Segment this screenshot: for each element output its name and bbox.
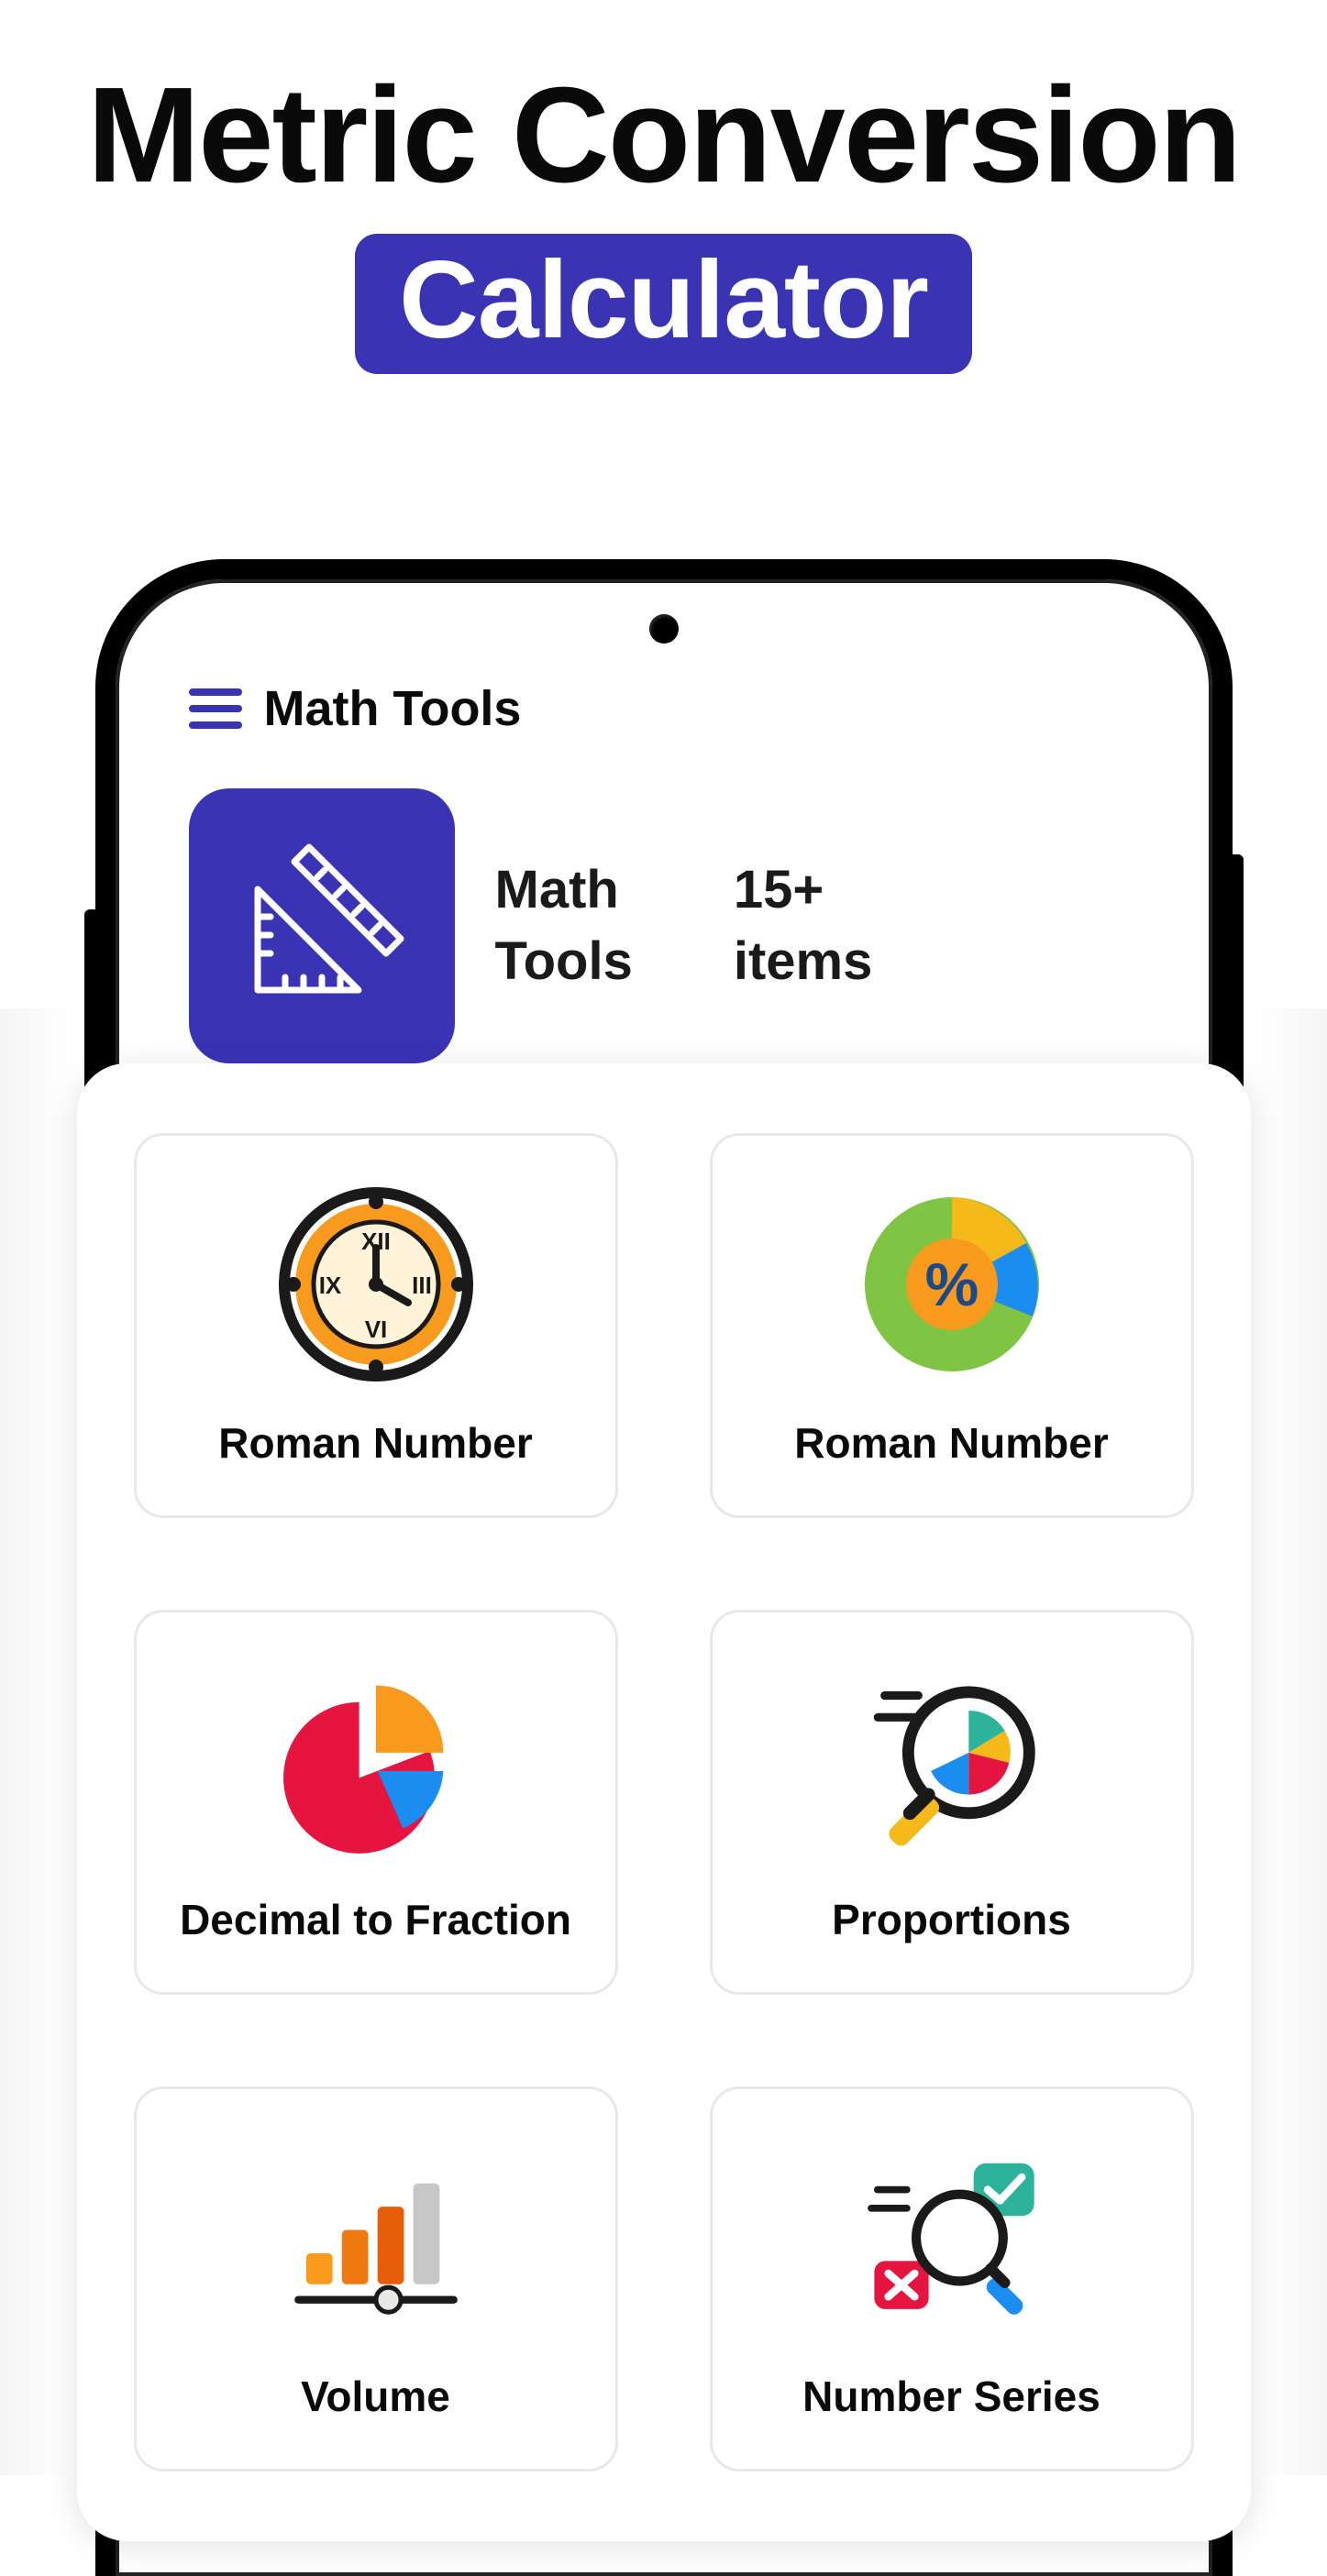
tool-card-label: Roman Number [794, 1418, 1108, 1468]
ruler-triangle-icon [230, 834, 414, 1018]
clock-roman-icon: XII III VI IX [275, 1183, 477, 1385]
bar-slider-icon [275, 2137, 477, 2339]
promo-badge: Calculator [355, 234, 972, 374]
hamburger-menu-icon[interactable] [189, 688, 242, 729]
tool-card-proportions[interactable]: Proportions [710, 1610, 1194, 1995]
tool-card-roman-number-2[interactable]: % Roman Number [710, 1133, 1194, 1518]
tool-card-decimal-to-fraction[interactable]: Decimal to Fraction [134, 1610, 618, 1995]
magnifier-pie-icon [851, 1660, 1053, 1862]
promo-title: Metric Conversion [0, 64, 1327, 206]
section-count-line2: items [734, 926, 873, 997]
phone-camera-icon [649, 614, 679, 644]
tool-card-label: Decimal to Fraction [180, 1895, 571, 1944]
page-title: Math Tools [264, 680, 522, 737]
svg-text:IX: IX [318, 1271, 341, 1299]
section-name-line2: Tools [495, 926, 633, 997]
pie-chart-icon [275, 1660, 477, 1862]
section-info: Math Tools 15+ items [116, 737, 1212, 1063]
tool-card-label: Number Series [802, 2372, 1100, 2421]
tools-grid: XII III VI IX Roman Number % Roman Numbe… [77, 1063, 1251, 2541]
svg-text:VI: VI [364, 1316, 387, 1343]
svg-text:III: III [412, 1271, 432, 1299]
tool-card-label: Roman Number [218, 1418, 532, 1468]
tool-card-label: Volume [301, 2372, 450, 2421]
phone-volume-button [84, 909, 95, 1093]
tool-card-label: Proportions [832, 1895, 1071, 1944]
phone-power-button [1233, 854, 1244, 1093]
app-header: Math Tools [116, 579, 1212, 737]
section-labels: Math Tools 15+ items [495, 854, 873, 998]
tool-card-volume[interactable]: Volume [134, 2086, 618, 2471]
section-count-line1: 15+ [734, 854, 873, 926]
tool-card-number-series[interactable]: Number Series [710, 2086, 1194, 2471]
math-tools-section-icon [189, 788, 455, 1063]
promo-hero: Metric Conversion Calculator [0, 0, 1327, 374]
section-name-line1: Math [495, 854, 633, 926]
check-x-magnifier-icon [851, 2137, 1053, 2339]
svg-text:%: % [924, 1250, 979, 1318]
tool-card-roman-number[interactable]: XII III VI IX Roman Number [134, 1133, 618, 1518]
percent-pie-icon: % [851, 1183, 1053, 1385]
